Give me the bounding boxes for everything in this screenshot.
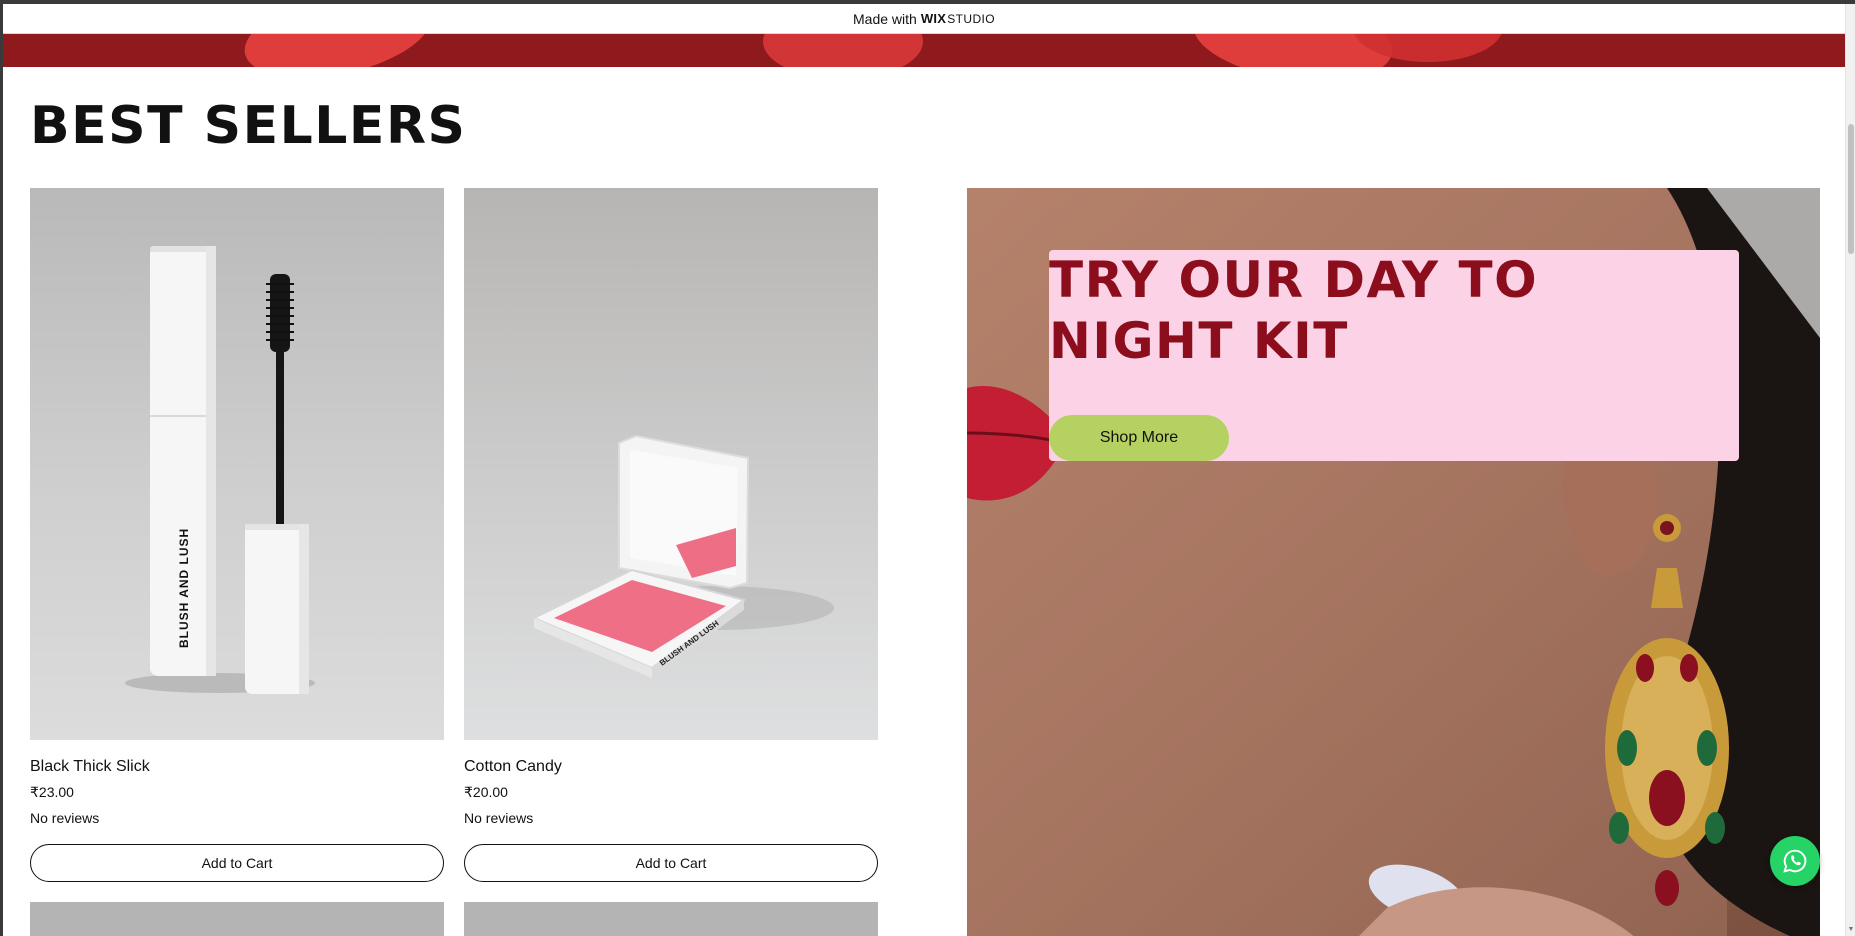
promo-textbox: TRY OUR DAY TO NIGHT KIT Shop More <box>1049 250 1739 461</box>
svg-text:BLUSH AND LUSH: BLUSH AND LUSH <box>177 528 191 648</box>
product-price: ₹20.00 <box>464 784 508 800</box>
wix-banner[interactable]: Made with WIX STUDIO <box>3 4 1845 34</box>
product-reviews[interactable]: No reviews <box>30 810 444 828</box>
product-card[interactable]: BLUSH AND LUSH Cotton Candy ₹20.00 No re… <box>464 188 878 882</box>
product-name[interactable]: Cotton Candy <box>464 758 878 778</box>
product-card-next-row[interactable] <box>30 902 444 936</box>
wix-banner-made-with: Made with <box>853 10 917 27</box>
whatsapp-chat-button[interactable] <box>1770 836 1820 886</box>
product-name[interactable]: Black Thick Slick <box>30 758 444 778</box>
scroll-down-arrow-icon[interactable]: ▼ <box>1847 926 1855 934</box>
scrollbar-thumb[interactable] <box>1848 124 1854 254</box>
add-to-cart-button[interactable]: Add to Cart <box>464 844 878 882</box>
window-left-border <box>0 0 3 936</box>
vertical-scrollbar[interactable]: ▼ <box>1845 4 1855 936</box>
product-reviews[interactable]: No reviews <box>464 810 878 828</box>
product-image-mascara[interactable]: BLUSH AND LUSH <box>30 188 444 740</box>
product-image-blush[interactable]: BLUSH AND LUSH <box>464 188 878 740</box>
whatsapp-icon <box>1783 849 1807 873</box>
add-to-cart-button[interactable]: Add to Cart <box>30 844 444 882</box>
wix-studio-label: STUDIO <box>947 11 995 26</box>
product-price: ₹23.00 <box>30 784 74 800</box>
shop-more-button[interactable]: Shop More <box>1049 415 1229 461</box>
wix-logo: WIX <box>920 11 947 26</box>
hero-image-strip <box>3 34 1845 67</box>
best-sellers-title: BEST SELLERS <box>30 96 467 156</box>
product-card-next-row[interactable] <box>464 902 878 936</box>
promo-banner: TRY OUR DAY TO NIGHT KIT Shop More <box>967 188 1820 936</box>
page: Made with WIX STUDIO BEST SELLERS BLUSH … <box>0 0 1855 936</box>
mascara-illustration: BLUSH AND LUSH <box>125 246 315 694</box>
blush-compact-illustration: BLUSH AND LUSH <box>531 434 834 678</box>
product-card[interactable]: BLUSH AND LUSH Black Thick Slick ₹23.00 … <box>30 188 444 882</box>
promo-title: TRY OUR DAY TO NIGHT KIT <box>1049 251 1539 370</box>
